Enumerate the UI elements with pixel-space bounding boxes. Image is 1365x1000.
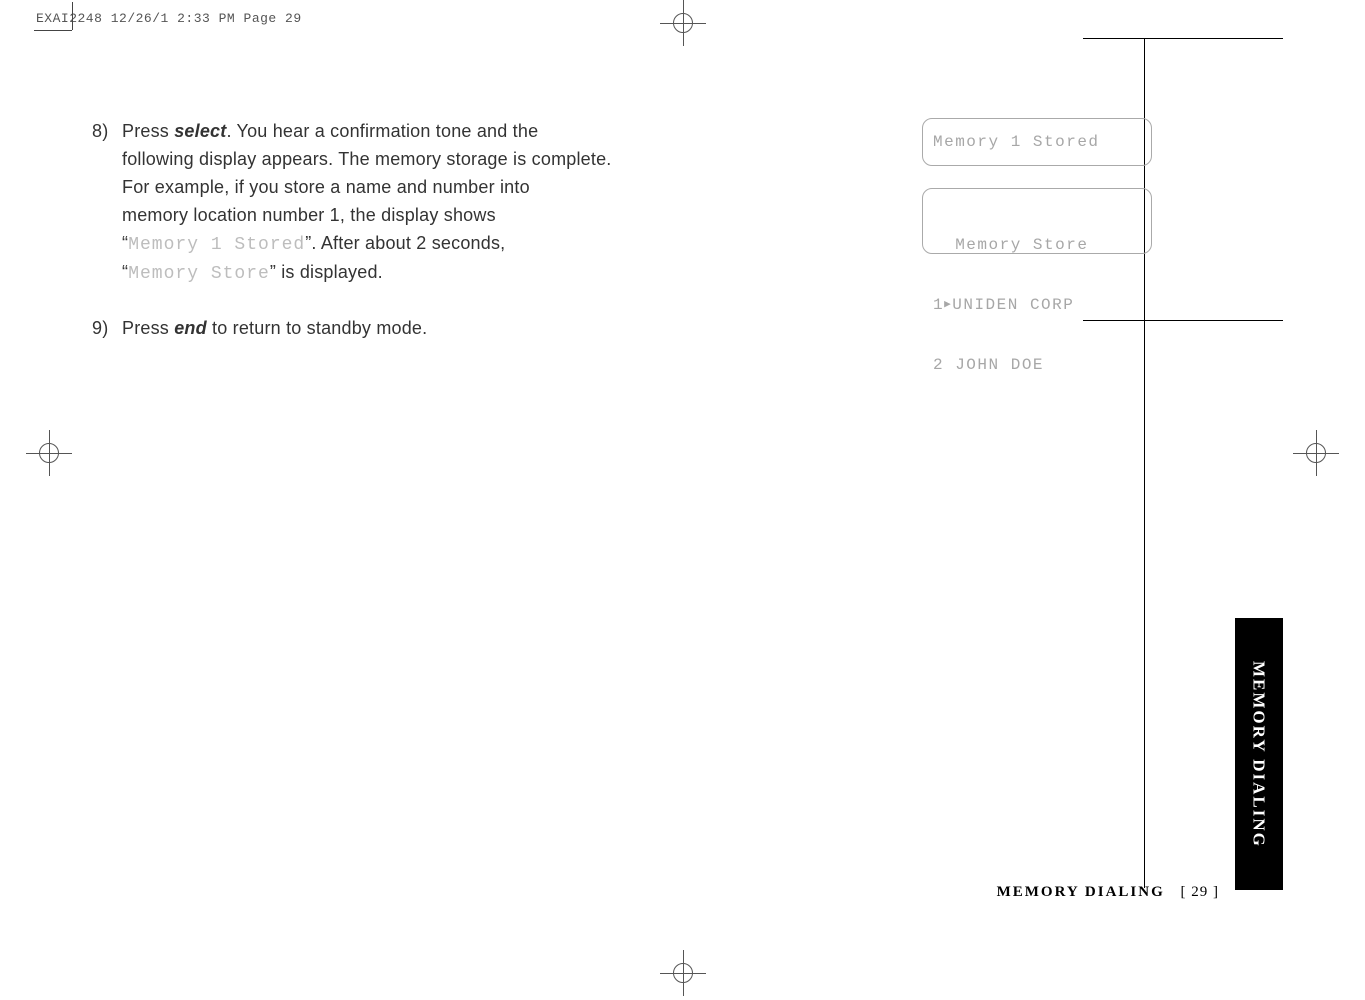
lcd-value: UNIDEN CORP — [952, 296, 1074, 314]
lcd-phrase: Memory 1 Stored — [128, 235, 305, 255]
section-tab-label: MEMORY DIALING — [1251, 661, 1268, 848]
lcd-index: 1 — [933, 296, 944, 314]
lcd-line: Memory Store — [933, 235, 1141, 255]
keyword-select: select — [174, 121, 226, 141]
crop-mark — [72, 2, 73, 30]
step-8: 8)Press select. You hear a confirmation … — [92, 118, 892, 289]
text: “Memory Store” is displayed. — [92, 259, 892, 289]
step-9: 9)Press end to return to standby mode. — [92, 315, 892, 343]
text: to return to standby mode. — [207, 318, 428, 338]
step-number: 8) — [92, 118, 122, 146]
registration-mark-icon — [660, 0, 706, 46]
footer-title: MEMORY DIALING — [997, 884, 1165, 900]
section-tab: MEMORY DIALING — [1235, 618, 1283, 890]
page-gutter-line — [1083, 38, 1283, 39]
lcd-line: 2 JOHN DOE — [933, 355, 1141, 375]
lcd-line: 1▶UNIDEN CORP — [933, 295, 1141, 315]
text: For example, if you store a name and num… — [92, 174, 892, 202]
text: Press — [122, 318, 174, 338]
text: ”. After about 2 seconds, — [305, 233, 505, 253]
registration-mark-icon — [26, 430, 72, 476]
lcd-screen-1: Memory 1 Stored — [922, 118, 1152, 166]
lcd-screen-2: Memory Store 1▶UNIDEN CORP 2 JOHN DOE — [922, 188, 1152, 254]
step-number: 9) — [92, 315, 122, 343]
text: “Memory 1 Stored”. After about 2 seconds… — [92, 230, 892, 260]
registration-mark-icon — [660, 950, 706, 996]
body-text: 8)Press select. You hear a confirmation … — [92, 118, 892, 369]
cursor-icon: ▶ — [944, 299, 952, 313]
text: memory location number 1, the display sh… — [92, 202, 892, 230]
text: Press — [122, 121, 174, 141]
print-slug: EXAI2248 12/26/1 2:33 PM Page 29 — [36, 12, 302, 25]
registration-mark-icon — [1293, 430, 1339, 476]
keyword-end: end — [174, 318, 207, 338]
text: following display appears. The memory st… — [92, 146, 892, 174]
text: ” is displayed. — [270, 262, 383, 282]
page-number: [ 29 ] — [1181, 884, 1220, 900]
lcd-line: Memory 1 Stored — [933, 132, 1100, 152]
page-footer: MEMORY DIALING [ 29 ] — [997, 885, 1219, 900]
text: . You hear a confirmation tone and the — [226, 121, 538, 141]
crop-mark — [34, 30, 72, 31]
lcd-phrase: Memory Store — [128, 264, 270, 284]
